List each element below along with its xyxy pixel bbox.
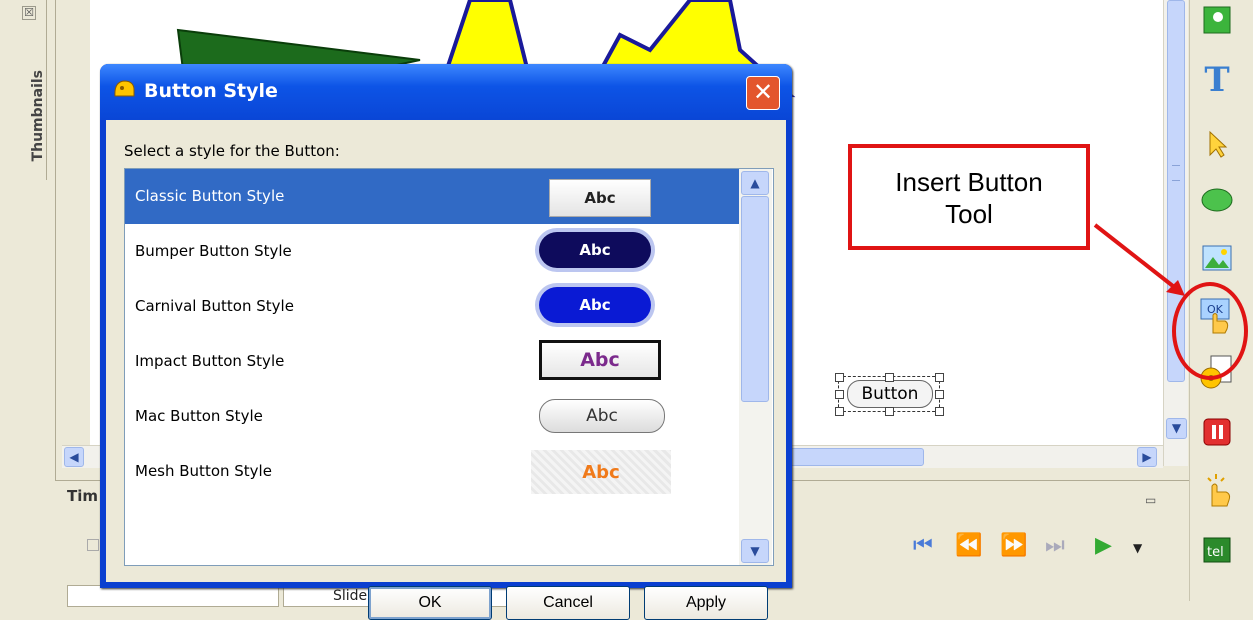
phone-tool-icon[interactable]: tel [1197, 530, 1237, 570]
list-item-mesh[interactable]: Mesh Button Style Abc [125, 444, 739, 499]
first-frame-icon[interactable]: ⏮ [913, 533, 933, 558]
panel-minimize-icon[interactable]: ▭ [1145, 493, 1156, 507]
dialog-app-icon [112, 78, 136, 100]
callout-line-1: Insert Button [895, 167, 1043, 197]
pointer-tool-icon[interactable] [1197, 124, 1237, 164]
scroll-left-arrow-icon[interactable]: ◀ [64, 447, 84, 467]
apply-button[interactable]: Apply [644, 586, 768, 620]
dialog-body: Select a style for the Button: Classic B… [106, 120, 786, 620]
scroll-grip-icon [1172, 165, 1180, 181]
dialog-titlebar[interactable]: Button Style ✕ [100, 64, 792, 120]
style-label: Bumper Button Style [135, 242, 292, 260]
carnival-sample: Abc [539, 287, 651, 323]
picture-tool-icon[interactable] [1197, 238, 1237, 278]
scroll-down-arrow-icon[interactable]: ▼ [1166, 418, 1187, 439]
mesh-sample: Abc [531, 450, 671, 494]
thumbnails-panel: ☒ Thumbnails [0, 0, 56, 601]
resize-handle[interactable] [835, 407, 844, 416]
canvas-margin [62, 0, 90, 445]
scroll-down-arrow-icon[interactable]: ▼ [741, 539, 769, 563]
thumbnails-tab-divider [46, 0, 47, 180]
timeline-checkbox[interactable] [87, 539, 99, 551]
highlight-circle [1172, 282, 1248, 380]
callout-arrow [1093, 223, 1185, 296]
style-label: Mesh Button Style [135, 462, 272, 480]
resize-handle[interactable] [935, 373, 944, 382]
mac-sample: Abc [539, 399, 665, 433]
list-scroll-thumb[interactable] [741, 196, 769, 402]
canvas-button-object[interactable]: Button [835, 373, 944, 416]
dialog-title: Button Style [144, 80, 278, 102]
bumper-sample: Abc [539, 232, 651, 268]
canvas-button-label: Button [847, 380, 933, 408]
thumbnails-close-icon[interactable]: ☒ [22, 6, 36, 20]
resize-handle[interactable] [935, 390, 944, 399]
shape-tool-icon[interactable] [1197, 180, 1237, 220]
style-label: Classic Button Style [135, 187, 285, 205]
list-item-classic[interactable]: Classic Button Style Abc [125, 169, 739, 224]
button-style-list[interactable]: Classic Button Style Abc Bumper Button S… [124, 168, 774, 566]
resize-handle[interactable] [935, 407, 944, 416]
stop-icon[interactable] [1197, 412, 1237, 452]
play-preview-icon[interactable]: ▶ [1095, 533, 1112, 558]
resize-handle[interactable] [885, 407, 894, 416]
scroll-up-arrow-icon[interactable]: ▲ [741, 171, 769, 195]
style-label: Impact Button Style [135, 352, 285, 370]
style-label: Mac Button Style [135, 407, 263, 425]
timeline-tab[interactable]: Tim [67, 487, 98, 505]
chevron-down-icon[interactable]: ▼ [1133, 541, 1142, 555]
button-style-dialog: Button Style ✕ Select a style for the Bu… [100, 64, 792, 620]
dialog-prompt: Select a style for the Button: [124, 142, 340, 160]
text-tool-icon[interactable]: T [1197, 60, 1237, 100]
impact-sample: Abc [539, 340, 661, 380]
scroll-right-arrow-icon[interactable]: ▶ [1137, 447, 1157, 467]
timeline-track-header [67, 585, 279, 607]
list-item-bumper[interactable]: Bumper Button Style Abc [125, 224, 739, 279]
rewind-icon[interactable]: ⏪ [955, 533, 982, 558]
close-icon[interactable]: ✕ [746, 76, 780, 110]
list-scrollbar[interactable]: ▲ ▼ [739, 169, 772, 565]
insert-image-icon[interactable] [1197, 0, 1237, 40]
svg-text:tel: tel [1207, 545, 1224, 560]
callout-line-2: Tool [945, 199, 993, 229]
insert-button-callout: Insert Button Tool [848, 144, 1090, 250]
fast-forward-icon[interactable]: ⏩ [1000, 533, 1027, 558]
click-hand-icon[interactable] [1197, 470, 1237, 510]
thumbnails-tab-label[interactable]: Thumbnails [30, 70, 46, 161]
last-frame-icon[interactable]: ⏭ [1045, 533, 1065, 558]
list-item-carnival[interactable]: Carnival Button Style Abc [125, 279, 739, 334]
resize-handle[interactable] [835, 390, 844, 399]
resize-handle[interactable] [885, 373, 894, 382]
cancel-button[interactable]: Cancel [506, 586, 630, 620]
resize-handle[interactable] [835, 373, 844, 382]
classic-sample: Abc [549, 179, 651, 217]
list-item-impact[interactable]: Impact Button Style Abc [125, 334, 739, 389]
style-label: Carnival Button Style [135, 297, 294, 315]
list-item-mac[interactable]: Mac Button Style Abc [125, 389, 739, 444]
ok-button[interactable]: OK [368, 586, 492, 620]
